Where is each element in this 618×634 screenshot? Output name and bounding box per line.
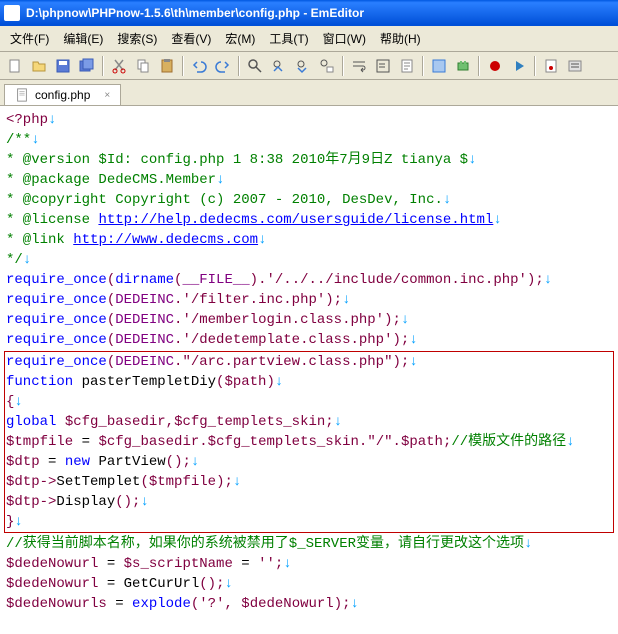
app-icon	[4, 5, 20, 21]
play-macro-button[interactable]	[508, 55, 530, 77]
toolbar	[0, 52, 618, 80]
tab-close-button[interactable]: ×	[104, 90, 110, 101]
find-next-button[interactable]	[292, 55, 314, 77]
menu-view[interactable]: 查看(V)	[165, 28, 217, 49]
find-button[interactable]	[244, 55, 266, 77]
toolbar-separator	[102, 56, 104, 76]
open-file-button[interactable]	[28, 55, 50, 77]
file-tab[interactable]: config.php ×	[4, 84, 121, 105]
wordwrap-window-button[interactable]	[372, 55, 394, 77]
menu-edit[interactable]: 编辑(E)	[57, 28, 109, 49]
undo-button[interactable]	[188, 55, 210, 77]
properties-button[interactable]	[540, 55, 562, 77]
tab-bar: config.php ×	[0, 80, 618, 106]
record-macro-button[interactable]	[484, 55, 506, 77]
menu-window[interactable]: 窗口(W)	[317, 28, 372, 49]
menu-search[interactable]: 搜索(S)	[111, 28, 163, 49]
toolbar-separator	[478, 56, 480, 76]
paste-button[interactable]	[156, 55, 178, 77]
toolbar-separator	[422, 56, 424, 76]
document-icon	[15, 88, 29, 102]
code-text: <?php	[6, 112, 48, 128]
tab-filename: config.php	[35, 88, 90, 102]
wordwrap-page-button[interactable]	[396, 55, 418, 77]
highlighted-code-block: require_once(DEDEINC."/arc.partview.clas…	[4, 351, 614, 533]
title-bar: D:\phpnow\PHPnow-1.5.6\th\member\config.…	[0, 0, 618, 26]
cut-button[interactable]	[108, 55, 130, 77]
menu-macro[interactable]: 宏(M)	[219, 28, 261, 49]
window-title: D:\phpnow\PHPnow-1.5.6\th\member\config.…	[26, 6, 364, 20]
new-file-button[interactable]	[4, 55, 26, 77]
redo-button[interactable]	[212, 55, 234, 77]
menu-bar: 文件(F) 编辑(E) 搜索(S) 查看(V) 宏(M) 工具(T) 窗口(W)…	[0, 26, 618, 52]
menu-file[interactable]: 文件(F)	[4, 28, 55, 49]
toolbar-separator	[238, 56, 240, 76]
copy-button[interactable]	[132, 55, 154, 77]
toolbar-separator	[182, 56, 184, 76]
fullscreen-button[interactable]	[428, 55, 450, 77]
menu-tools[interactable]: 工具(T)	[263, 28, 314, 49]
wordwrap-button[interactable]	[348, 55, 370, 77]
code-text: /**	[6, 132, 31, 148]
toolbar-separator	[534, 56, 536, 76]
link-license[interactable]: http://help.dedecms.com/usersguide/licen…	[98, 212, 493, 228]
toolbar-separator	[342, 56, 344, 76]
save-all-button[interactable]	[76, 55, 98, 77]
link-site[interactable]: http://www.dedecms.com	[73, 232, 258, 248]
code-editor[interactable]: <?php↓ /**↓ * @version $Id: config.php 1…	[0, 106, 618, 634]
plugins-button[interactable]	[452, 55, 474, 77]
save-button[interactable]	[52, 55, 74, 77]
replace-button[interactable]	[316, 55, 338, 77]
menu-help[interactable]: 帮助(H)	[374, 28, 427, 49]
find-prev-button[interactable]	[268, 55, 290, 77]
config-button[interactable]	[564, 55, 586, 77]
